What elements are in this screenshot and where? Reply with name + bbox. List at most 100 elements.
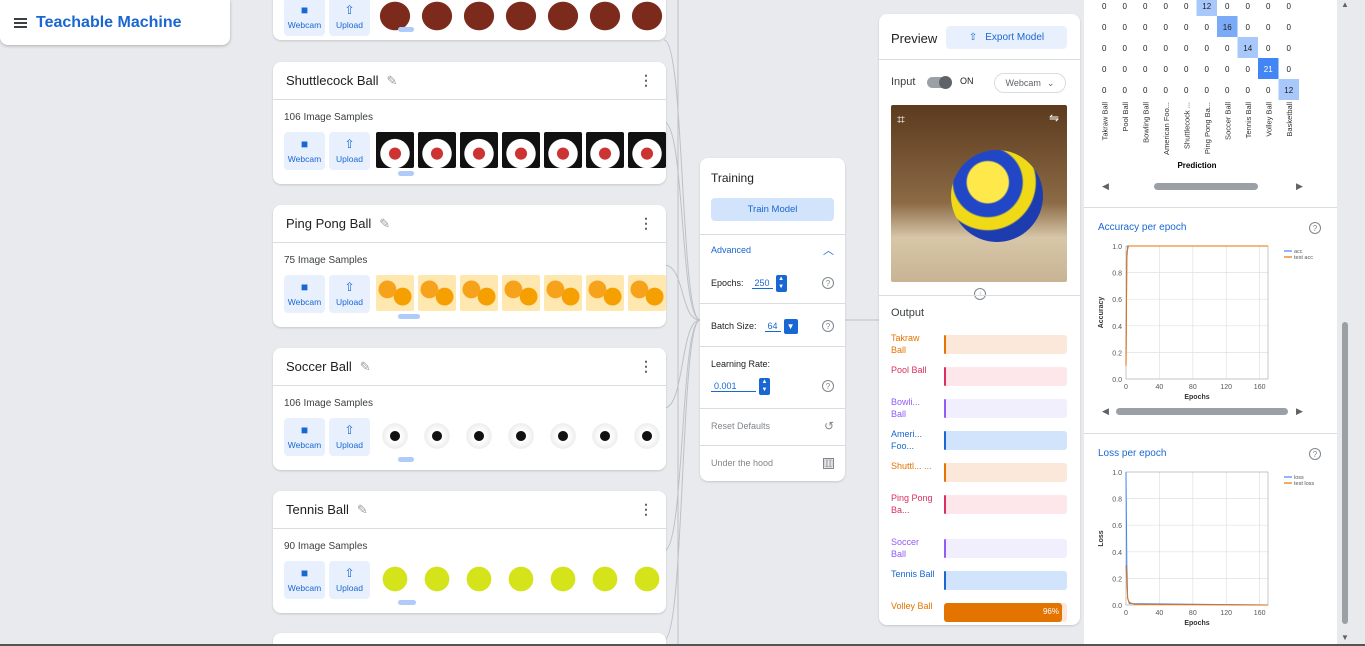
webcam-button[interactable]: ■ Webcam (284, 132, 325, 170)
accuracy-scrollbar[interactable]: ◀ ▶ (1102, 406, 1310, 418)
chevron-up-icon: ︿ (823, 245, 834, 257)
upload-button[interactable]: ⇧ Upload (329, 275, 370, 313)
output-row: Pool Ball (891, 364, 1067, 394)
pencil-icon[interactable]: ✎ (379, 216, 390, 232)
upload-button[interactable]: ⇧ Upload (329, 0, 370, 36)
pencil-icon[interactable]: ✎ (360, 359, 371, 375)
page-scrollbar[interactable]: ▲ ▼ (1340, 0, 1350, 646)
reset-defaults-button[interactable]: Reset Defaults ↺ (700, 418, 845, 434)
help-icon[interactable]: ? (822, 380, 834, 392)
class-name[interactable]: Tennis Ball (286, 502, 349, 517)
output-confidence-fill (944, 399, 946, 418)
app-title: Teachable Machine (36, 13, 182, 31)
menu-icon[interactable] (14, 17, 27, 28)
sample-thumbnail (460, 561, 498, 597)
confusion-value: 0 (1102, 23, 1107, 32)
flip-icon[interactable]: ⇋ (1049, 111, 1059, 125)
pencil-icon[interactable]: ✎ (387, 73, 398, 89)
help-icon[interactable]: ? (1309, 448, 1321, 460)
confusion-value: 0 (1123, 65, 1128, 74)
confusion-value: 0 (1246, 23, 1251, 32)
confusion-value: 0 (1123, 23, 1128, 32)
more-options-icon[interactable]: ⋮ (639, 215, 653, 232)
webcam-icon: ■ (300, 280, 309, 294)
more-options-icon[interactable]: ⋮ (639, 358, 653, 375)
thumbnail-scrollbar[interactable] (398, 457, 414, 462)
train-model-button[interactable]: Train Model (711, 198, 834, 221)
confusion-value: 0 (1246, 86, 1251, 95)
input-source-select[interactable]: Webcam ⌄ (994, 73, 1066, 93)
output-confidence-bar: 96% (944, 603, 1067, 622)
scroll-down-icon[interactable]: ▼ (1341, 633, 1349, 642)
class-name[interactable]: Shuttlecock Ball (286, 73, 379, 88)
webcam-button[interactable]: ■ Webcam (284, 561, 325, 599)
thumbnail-scrollbar[interactable] (398, 171, 414, 176)
chevron-down-icon[interactable]: ▼ (783, 318, 798, 334)
plot-frame (1125, 471, 1269, 606)
confusion-value: 0 (1184, 65, 1189, 74)
sample-thumbnail (586, 561, 624, 597)
upload-button[interactable]: ⇧ Upload (329, 561, 370, 599)
plot-frame (1125, 245, 1269, 380)
class-card-partial: ■ Webcam ⇧ Upload (273, 0, 666, 40)
sample-thumbnail (544, 275, 582, 311)
y-tick-label: 0.0 (1112, 603, 1122, 610)
epochs-stepper[interactable]: ▲ ▼ (775, 274, 787, 292)
class-name[interactable]: Soccer Ball (286, 359, 352, 374)
webcam-button[interactable]: ■ Webcam (284, 418, 325, 456)
more-options-icon[interactable]: ⋮ (639, 72, 653, 89)
confusion-value: 16 (1223, 23, 1232, 32)
sample-thumbnail (502, 132, 540, 168)
sample-count: 106 Image Samples (284, 112, 373, 123)
x-axis-label: Epochs (1184, 394, 1209, 401)
help-icon[interactable]: ? (822, 320, 834, 332)
crop-icon[interactable]: ⌗ (897, 111, 905, 128)
sample-thumbnail (544, 418, 582, 454)
y-tick-label: 0.0 (1112, 377, 1122, 384)
upload-button[interactable]: ⇧ Upload (329, 418, 370, 456)
advanced-toggle[interactable]: Advanced ︿ (700, 242, 845, 258)
output-row: Bowli... Ball (891, 396, 1067, 426)
output-confidence-fill (944, 431, 946, 450)
output-class-label: Soccer Ball (891, 537, 920, 559)
batch-size-select[interactable]: 64 (764, 321, 781, 332)
class-name[interactable]: Ping Pong Ball (286, 216, 371, 231)
epochs-input[interactable]: 250 (751, 278, 773, 289)
y-tick-label: 1.0 (1112, 244, 1122, 251)
sample-thumbnail (376, 132, 414, 168)
help-icon[interactable]: ? (822, 277, 834, 289)
confusion-value: 0 (1102, 65, 1107, 74)
thumbnail-scrollbar[interactable] (398, 27, 414, 32)
confusion-value: 0 (1287, 23, 1292, 32)
scroll-up-icon[interactable]: ▲ (1341, 0, 1349, 9)
confusion-value: 0 (1123, 44, 1128, 53)
webcam-button[interactable]: ■ Webcam (284, 0, 325, 36)
more-options-icon[interactable]: ⋮ (639, 501, 653, 518)
learning-rate-stepper[interactable]: ▲ ▼ (759, 377, 770, 395)
scroll-left-icon[interactable]: ◀ (1102, 181, 1109, 192)
confusion-xlabel: Prediction (1177, 161, 1216, 170)
sample-thumbnail (586, 418, 624, 454)
upload-button[interactable]: ⇧ Upload (329, 132, 370, 170)
learning-rate-input[interactable]: 0.001 (711, 381, 756, 392)
pencil-icon[interactable]: ✎ (357, 502, 368, 518)
scroll-right-icon[interactable]: ▶ (1296, 181, 1303, 192)
thumbnail-scrollbar[interactable] (398, 314, 420, 319)
confusion-value: 0 (1246, 2, 1251, 11)
thumbnail-scrollbar[interactable] (398, 600, 416, 605)
export-model-button[interactable]: ⇧ Export Model (946, 26, 1067, 49)
webcam-button[interactable]: ■ Webcam (284, 275, 325, 313)
scroll-left-icon[interactable]: ◀ (1102, 406, 1109, 417)
output-label: Output (891, 307, 925, 319)
y-tick-label: 0.8 (1112, 497, 1122, 504)
sample-thumbnail (460, 0, 498, 34)
confusion-scrollbar[interactable]: ◀ ▶ (1102, 181, 1310, 193)
input-toggle[interactable] (927, 76, 952, 89)
help-icon[interactable]: ? (1309, 222, 1321, 234)
output-class-label: Ameri... Foo... (891, 429, 923, 451)
confusion-value: 0 (1205, 86, 1210, 95)
under-the-hood-button[interactable]: Under the hood ▥ (700, 455, 845, 471)
scroll-right-icon[interactable]: ▶ (1296, 406, 1303, 417)
confusion-value: 0 (1123, 86, 1128, 95)
sample-thumbnails (376, 561, 666, 597)
